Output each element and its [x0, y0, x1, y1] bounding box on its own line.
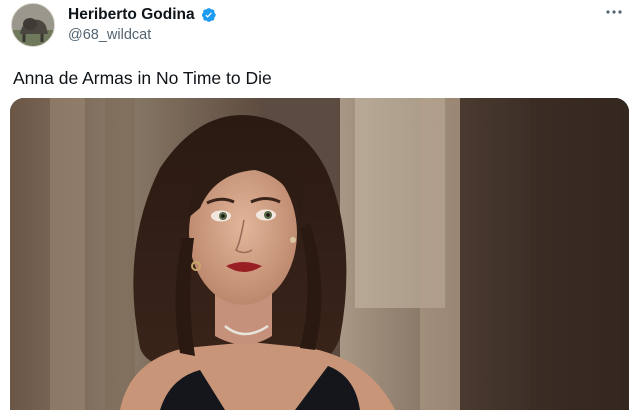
movie-still-image	[10, 98, 629, 410]
author-handle[interactable]: @68_wildcat	[68, 27, 151, 43]
avatar[interactable]	[11, 3, 55, 47]
author-display-name[interactable]: Heriberto Godina	[68, 6, 195, 24]
more-options-button[interactable]	[602, 2, 626, 22]
tweet-card: Heriberto Godina @68_wildcat Anna de Arm…	[0, 0, 640, 410]
verified-badge-icon	[199, 6, 217, 24]
tweet-media-image[interactable]	[10, 98, 629, 410]
tweet-text: Anna de Armas in No Time to Die	[13, 68, 272, 88]
more-options-icon	[606, 10, 622, 14]
avatar-image	[12, 4, 54, 46]
author-name-row: Heriberto Godina	[68, 5, 217, 25]
